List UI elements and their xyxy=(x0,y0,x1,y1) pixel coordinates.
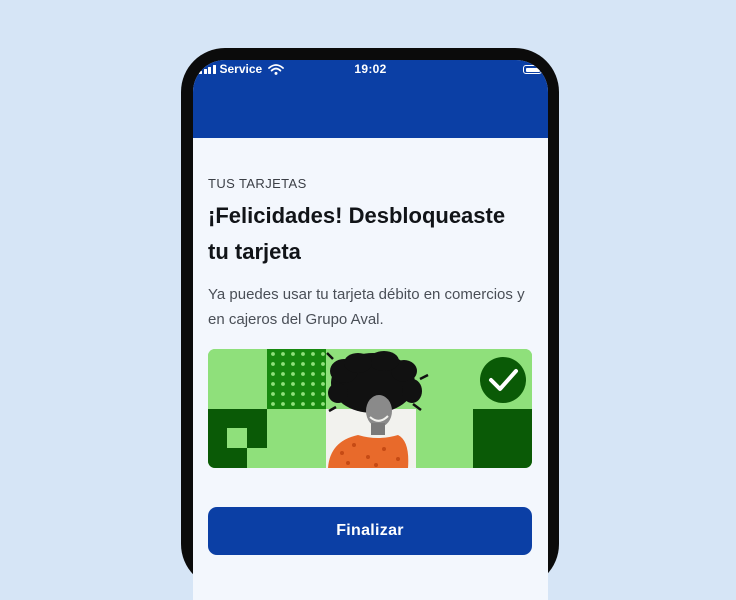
finish-button[interactable]: Finalizar xyxy=(208,507,532,555)
section-eyebrow: TUS TARJETAS xyxy=(208,176,307,191)
status-bar: Service 19:02 xyxy=(193,60,548,80)
app-screen: Service 19:02 TUS TARJETAS ¡Felicidades!… xyxy=(193,60,548,600)
page-description: Ya puedes usar tu tarjeta débito en come… xyxy=(208,286,525,328)
battery-icon xyxy=(523,65,545,74)
banner-illustration xyxy=(208,349,532,468)
woman-photo xyxy=(326,349,429,468)
success-banner xyxy=(208,349,532,468)
check-badge xyxy=(480,357,526,403)
status-time: 19:02 xyxy=(354,62,387,76)
app-header: Service 19:02 xyxy=(193,60,548,138)
phone-frame: Service 19:02 TUS TARJETAS ¡Felicidades!… xyxy=(181,48,559,600)
page-title: ¡Felicidades! Desbloqueaste tu tarjeta xyxy=(208,203,506,264)
